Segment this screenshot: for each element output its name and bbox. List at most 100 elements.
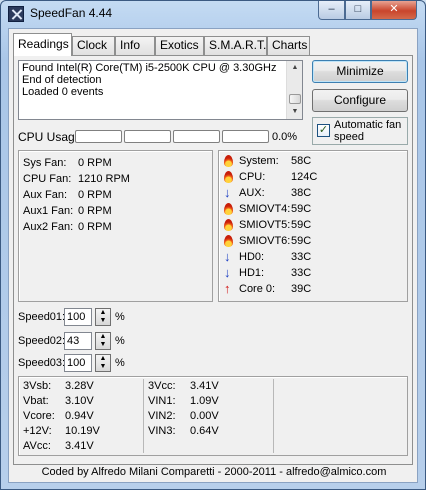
voltage-value: 0.94V xyxy=(65,410,94,422)
voltage-value: 3.41V xyxy=(190,380,219,392)
voltage-value: 0.64V xyxy=(190,425,219,437)
fan-value: 0 RPM xyxy=(78,157,112,169)
flame-icon xyxy=(224,218,234,232)
log-line: Found Intel(R) Core(TM) i5-2500K CPU @ 3… xyxy=(22,62,277,74)
voltage-value: 3.10V xyxy=(65,395,94,407)
voltage-value: 3.41V xyxy=(65,440,94,452)
cpu-usage-bar xyxy=(173,130,220,143)
temp-label: HD0: xyxy=(239,251,265,263)
scrollbar-thumb[interactable] xyxy=(289,94,301,104)
speed-label: Speed02: xyxy=(18,335,66,347)
tab-readings[interactable]: Readings xyxy=(13,33,72,56)
footer-credits: Coded by Alfredo Milani Comparetti - 200… xyxy=(41,466,387,478)
fan-label: Aux2 Fan: xyxy=(23,221,74,233)
fan-label: Aux Fan: xyxy=(23,189,68,201)
voltage-label: 3Vcc: xyxy=(148,380,176,392)
voltage-row: Vbat: 3.10V xyxy=(23,394,143,409)
temp-value: 58C xyxy=(291,155,312,167)
speed03-spinner[interactable]: ▲ ▼ xyxy=(95,354,111,372)
temp-label: Core 0: xyxy=(239,283,276,295)
cpu-usage-label: CPU Usage xyxy=(18,130,82,144)
voltage-label: VIN1: xyxy=(148,395,176,407)
voltage-label: AVcc: xyxy=(23,440,51,452)
arrow-up-icon: ↑ xyxy=(224,281,231,296)
minimize-window-button[interactable]: – xyxy=(318,1,345,20)
voltage-label: VIN2: xyxy=(148,410,176,422)
voltage-label: Vbat: xyxy=(23,395,49,407)
fan-label: CPU Fan: xyxy=(23,173,72,185)
automatic-fan-speed-option[interactable]: ✓ Automatic fan speed xyxy=(312,117,408,145)
temp-label: SMIOVT6: xyxy=(239,235,291,247)
speed-unit: % xyxy=(115,311,125,323)
voltage-value: 3.28V xyxy=(65,380,94,392)
minimize-button[interactable]: Minimize xyxy=(312,60,408,83)
voltage-value: 10.19V xyxy=(65,425,100,437)
voltage-row: Vcore: 0.94V xyxy=(23,409,143,424)
speed03-input[interactable]: 100 xyxy=(64,354,92,372)
flame-icon xyxy=(224,234,234,248)
temp-value: 59C xyxy=(291,203,312,215)
voltage-row: AVcc: 3.41V xyxy=(23,439,143,454)
speed02-input[interactable]: 43 xyxy=(64,332,92,350)
close-window-button[interactable]: ✕ xyxy=(371,1,417,20)
voltage-row: 3Vcc: 3.41V xyxy=(148,379,268,394)
voltage-value: 0.00V xyxy=(190,410,219,422)
log-scrollbar[interactable]: ▲ ▼ xyxy=(286,61,302,119)
fan-value: 0 RPM xyxy=(78,221,112,233)
temp-value: 33C xyxy=(291,251,312,263)
voltages-left-column: 3Vsb: 3.28V Vbat: 3.10V Vcore: 0.94V +12V: 1… xyxy=(23,379,143,454)
temp-value: 59C xyxy=(291,235,312,247)
tab-clock[interactable]: Clock xyxy=(72,36,115,55)
fan-label: Sys Fan: xyxy=(23,157,67,169)
tab-charts[interactable]: Charts xyxy=(267,36,310,55)
temp-label: SMIOVT5: xyxy=(239,219,291,231)
fan-speeds-group: Sys Fan: 0 RPM CPU Fan: 1210 RPM Aux Fan… xyxy=(18,150,213,302)
tab-smart[interactable]: S.M.A.R.T. xyxy=(204,36,267,55)
temp-label: HD1: xyxy=(239,267,265,279)
voltage-row: VIN1: 1.09V xyxy=(148,394,268,409)
temperatures-group: System: 58C CPU: 124C ↓ AUX: 38C SMIOVT4… xyxy=(218,150,408,302)
flame-icon xyxy=(224,154,234,168)
title-bar[interactable]: SpeedFan 4.44 – □ ✕ xyxy=(1,1,425,27)
arrow-down-icon: ↓ xyxy=(224,265,231,280)
scroll-down-icon[interactable]: ▼ xyxy=(287,105,303,119)
temp-value: 124C xyxy=(291,171,318,183)
configure-button[interactable]: Configure xyxy=(312,89,408,112)
scroll-up-icon[interactable]: ▲ xyxy=(287,61,303,75)
voltage-row: 3Vsb: 3.28V xyxy=(23,379,143,394)
voltage-row: VIN3: 0.64V xyxy=(148,424,268,439)
automatic-fan-speed-label[interactable]: Automatic fan speed xyxy=(334,119,406,143)
voltage-row: +12V: 10.19V xyxy=(23,424,143,439)
voltages-divider xyxy=(143,379,144,453)
speed-unit: % xyxy=(115,357,125,369)
voltage-label: +12V: xyxy=(23,425,52,437)
maximize-window-button[interactable]: □ xyxy=(345,1,371,20)
tab-info[interactable]: Info xyxy=(115,36,155,55)
window-title: SpeedFan 4.44 xyxy=(30,6,113,20)
event-log[interactable]: Found Intel(R) Core(TM) i5-2500K CPU @ 3… xyxy=(18,60,303,120)
flame-icon xyxy=(224,170,234,184)
temp-label: SMIOVT4: xyxy=(239,203,291,215)
log-line: End of detection xyxy=(22,74,102,86)
temp-value: 39C xyxy=(291,283,312,295)
speedfan-window: SpeedFan 4.44 – □ ✕ Readings Clock Info … xyxy=(0,0,426,490)
fan-value: 0 RPM xyxy=(78,189,112,201)
cpu-usage-bar xyxy=(124,130,171,143)
speed01-spinner[interactable]: ▲ ▼ xyxy=(95,308,111,326)
fan-label: Aux1 Fan: xyxy=(23,205,74,217)
flame-icon xyxy=(224,202,234,216)
temp-value: 38C xyxy=(291,187,312,199)
temp-label: AUX: xyxy=(239,187,265,199)
cpu-usage-percent: 0.0% xyxy=(272,131,298,143)
tab-exotics[interactable]: Exotics xyxy=(155,36,204,55)
voltages-right-column: 3Vcc: 3.41V VIN1: 1.09V VIN2: 0.00V VIN3: 0.… xyxy=(148,379,268,439)
readings-panel: Found Intel(R) Core(TM) i5-2500K CPU @ 3… xyxy=(13,55,413,465)
fan-value: 1210 RPM xyxy=(78,173,130,185)
automatic-fan-speed-checkbox[interactable]: ✓ xyxy=(317,124,330,137)
speed01-input[interactable]: 100 xyxy=(64,308,92,326)
speedfan-app-icon[interactable] xyxy=(8,6,24,22)
speed-label: Speed01: xyxy=(18,311,66,323)
temp-label: CPU: xyxy=(239,171,266,183)
speed02-spinner[interactable]: ▲ ▼ xyxy=(95,332,111,350)
voltages-divider xyxy=(273,379,274,453)
